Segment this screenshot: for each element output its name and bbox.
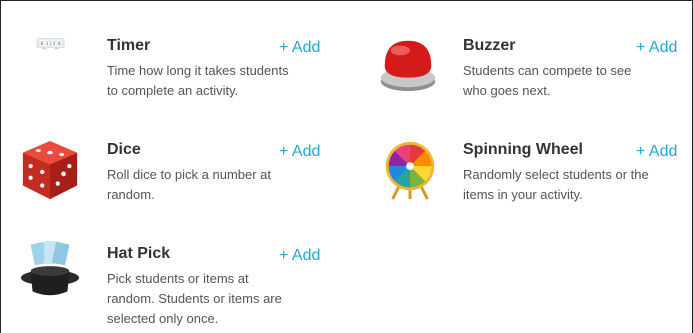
- tool-title: Hat Pick: [107, 245, 171, 262]
- tool-spinning-wheel: Spinning Wheel + Add Randomly select stu…: [375, 141, 685, 211]
- tool-description: Time how long it takes students to compl…: [107, 63, 289, 98]
- tool-timer: 0 1 : 3 0 Timer + Add Time how long it t…: [19, 37, 339, 107]
- add-buzzer-button[interactable]: + Add: [636, 39, 677, 57]
- tool-title: Dice: [107, 141, 141, 158]
- timer-icon: 0 1 : 3 0: [36, 38, 65, 50]
- tool-title: Timer: [107, 37, 151, 54]
- tool-description: Students can compete to see who goes nex…: [463, 63, 632, 98]
- tool-title: Spinning Wheel: [463, 141, 583, 158]
- tool-title: Buzzer: [463, 37, 516, 54]
- tool-description: Roll dice to pick a number at random.: [107, 167, 272, 202]
- hat-icon: [20, 240, 80, 296]
- add-dice-button[interactable]: + Add: [279, 143, 320, 161]
- buzzer-icon: [380, 40, 436, 92]
- tool-description: Pick students or items at random. Studen…: [107, 271, 282, 326]
- dice-icon: [22, 140, 78, 200]
- add-hat-pick-button[interactable]: + Add: [279, 247, 320, 265]
- svg-text::: :: [49, 41, 52, 46]
- tool-buzzer: Buzzer + Add Students can compete to see…: [375, 37, 685, 107]
- tool-hat-pick: Hat Pick + Add Pick students or items at…: [19, 240, 339, 331]
- tool-description: Randomly select students or the items in…: [463, 167, 649, 202]
- tool-dice: Dice + Add Roll dice to pick a number at…: [19, 140, 339, 211]
- add-spinning-wheel-button[interactable]: + Add: [636, 143, 677, 161]
- add-timer-button[interactable]: + Add: [279, 39, 320, 57]
- spinning-wheel-icon: [385, 141, 435, 200]
- tool-list: 0 1 : 3 0 Timer + Add Time how long it t…: [0, 0, 693, 333]
